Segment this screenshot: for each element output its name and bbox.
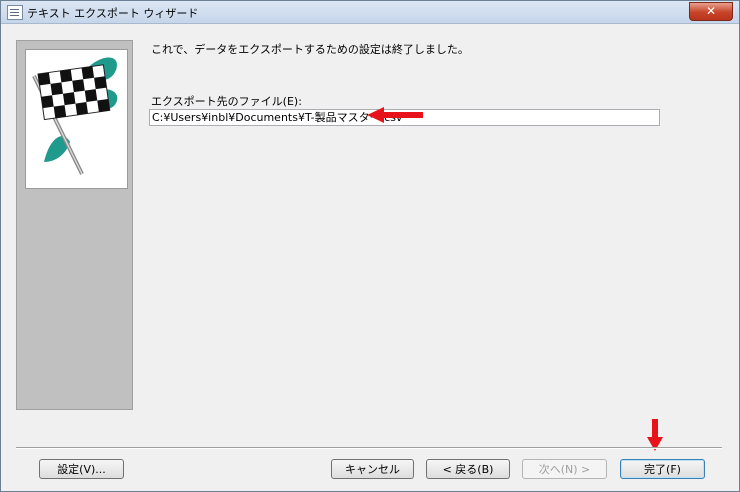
title-bar[interactable]: テキスト エクスポート ウィザード ✕: [1, 1, 739, 24]
close-button[interactable]: ✕: [689, 2, 733, 21]
footer-separator: [16, 447, 722, 449]
next-button[interactable]: 次へ(N) >: [522, 459, 607, 479]
cancel-button[interactable]: キャンセル: [331, 459, 414, 479]
back-button[interactable]: < 戻る(B): [426, 459, 510, 479]
wizard-message: これで、データをエクスポートするための設定は終了しました。: [151, 43, 469, 56]
finish-button[interactable]: 完了(F): [620, 459, 705, 479]
wizard-side-panel: [16, 40, 133, 410]
checkered-flag-icon: [25, 49, 128, 189]
red-arrow-left-icon: [367, 107, 423, 123]
export-wizard-window: テキスト エクスポート ウィザード ✕ これで、データをエクスポートするための設…: [0, 0, 740, 492]
app-icon: [7, 5, 23, 20]
settings-button[interactable]: 設定(V)...: [39, 459, 124, 479]
export-file-label: エクスポート先のファイル(E):: [151, 95, 302, 108]
window-title: テキスト エクスポート ウィザード: [27, 7, 199, 20]
